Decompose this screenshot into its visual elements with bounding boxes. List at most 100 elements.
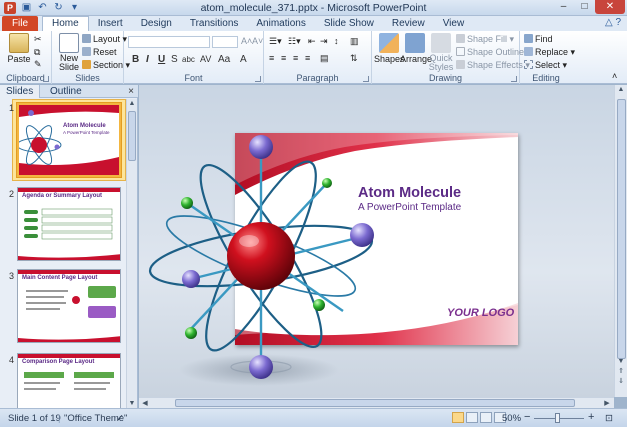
thumbnail-list: 1 Atom Molecule A PowerPoint Template 2	[0, 99, 127, 408]
font-name-combo[interactable]	[128, 36, 210, 48]
tab-transitions[interactable]: Transitions	[181, 16, 248, 31]
close-pane-icon[interactable]: ×	[128, 85, 134, 98]
font-color-button[interactable]: A	[240, 54, 247, 65]
editor-horizontal-scrollbar[interactable]: ◀ ▶	[139, 397, 614, 408]
justify-icon[interactable]: ≡	[305, 53, 310, 63]
drawing-dialog-launcher-icon[interactable]	[511, 76, 517, 82]
scroll-right-icon[interactable]: ▶	[602, 399, 612, 407]
text-shadow-button[interactable]: abc	[182, 55, 195, 64]
editing-label: Editing	[532, 73, 560, 83]
tab-home[interactable]: Home	[42, 16, 89, 31]
scroll-down-icon[interactable]: ▼	[616, 358, 626, 365]
tab-slide-show[interactable]: Slide Show	[315, 16, 383, 31]
align-left-icon[interactable]: ≡	[269, 53, 274, 63]
tab-insert[interactable]: Insert	[89, 16, 132, 31]
shape-outline-icon	[456, 47, 465, 56]
zoom-out-button[interactable]: −	[524, 411, 530, 423]
zoom-in-button[interactable]: +	[588, 411, 594, 423]
italic-button[interactable]: I	[146, 54, 149, 65]
clipboard-group: Paste ✂ ⧉ ✎ Clipboard	[0, 31, 52, 84]
slide-sorter-view-icon[interactable]	[466, 412, 478, 423]
title-bar: P ▣ ↶ ↻ ▾ atom_molecule_371.pptx - Micro…	[0, 0, 627, 16]
tab-file[interactable]: File	[2, 16, 38, 31]
scrollbar-thumb[interactable]	[128, 111, 136, 161]
reading-view-icon[interactable]	[480, 412, 492, 423]
numbering-icon[interactable]: ☷▾	[288, 36, 301, 47]
bullets-icon[interactable]: ☰▾	[269, 36, 282, 47]
slide-thumbnail-3[interactable]: Main Content Page Layout	[17, 269, 121, 343]
columns-dropdown-icon[interactable]: ▤	[320, 53, 329, 64]
section-icon	[82, 60, 91, 69]
text-direction-icon[interactable]: ⇅	[350, 53, 358, 64]
underline-button[interactable]: U	[158, 54, 165, 65]
select-button[interactable]: Select ▾	[524, 60, 567, 71]
font-size-combo[interactable]	[212, 36, 238, 48]
reset-icon	[82, 47, 91, 56]
decrease-indent-icon[interactable]: ⇤	[308, 36, 316, 47]
find-button[interactable]: Find	[524, 34, 553, 44]
paste-button[interactable]: Paste	[4, 33, 34, 64]
tab-animations[interactable]: Animations	[247, 16, 314, 31]
slide-thumbnail-1[interactable]: Atom Molecule A PowerPoint Template	[17, 103, 121, 177]
font-dialog-launcher-icon[interactable]	[255, 76, 261, 82]
grow-font-icon[interactable]: A˄	[241, 36, 252, 46]
slide-thumbnail-4[interactable]: Comparison Page Layout	[17, 353, 121, 408]
scrollbar-thumb[interactable]	[175, 399, 575, 407]
shape-effects-button[interactable]: Shape Effects ▾	[456, 60, 530, 71]
format-painter-icon[interactable]: ✎	[34, 59, 42, 70]
scrollbar-thumb[interactable]	[617, 99, 626, 359]
minimize-button[interactable]: –	[553, 0, 574, 14]
scroll-left-icon[interactable]: ◀	[140, 399, 150, 407]
thumbnail-scrollbar[interactable]: ▲ ▼	[126, 99, 137, 408]
scroll-up-icon[interactable]: ▲	[127, 100, 137, 107]
columns-icon[interactable]: ▥	[350, 36, 359, 47]
section-button[interactable]: Section ▾	[82, 60, 130, 71]
strikethrough-button[interactable]: S	[171, 54, 178, 65]
layout-button[interactable]: Layout ▾	[82, 34, 127, 45]
char-spacing-button[interactable]: AV	[200, 54, 211, 64]
reset-button[interactable]: Reset	[82, 47, 117, 57]
zoom-level[interactable]: 50%	[502, 413, 521, 424]
increase-indent-icon[interactable]: ⇥	[320, 36, 328, 47]
tab-view[interactable]: View	[434, 16, 474, 31]
slides-label: Slides	[75, 73, 100, 83]
close-button[interactable]: ✕	[595, 0, 625, 14]
help-icon[interactable]: △ ?	[605, 17, 621, 28]
tab-outline[interactable]: Outline	[44, 85, 88, 98]
align-center-icon[interactable]: ≡	[281, 53, 286, 63]
editor-vertical-scrollbar[interactable]: ▲ ⇑ ⇓ ▼	[614, 85, 627, 397]
spell-check-icon[interactable]: ✓	[116, 413, 124, 424]
quick-styles-button[interactable]: Quick Styles	[426, 33, 456, 72]
tab-slides[interactable]: Slides	[0, 85, 41, 98]
next-slide-icon[interactable]: ⇓	[616, 377, 626, 385]
maximize-button[interactable]: □	[574, 0, 595, 14]
dialog-launcher-icon[interactable]	[43, 76, 49, 82]
fit-slide-icon[interactable]: ⊡	[605, 413, 613, 424]
scroll-down-icon[interactable]: ▼	[127, 400, 137, 407]
align-right-icon[interactable]: ≡	[293, 53, 298, 63]
thumbnail-1-title: Atom Molecule	[63, 123, 106, 129]
tab-review[interactable]: Review	[383, 16, 434, 31]
ribbon: Paste ✂ ⧉ ✎ Clipboard New Slide Layout ▾…	[0, 31, 627, 84]
tab-design[interactable]: Design	[132, 16, 181, 31]
paragraph-dialog-launcher-icon[interactable]	[363, 76, 369, 82]
normal-view-icon[interactable]	[452, 412, 464, 423]
scroll-up-icon[interactable]: ▲	[616, 86, 626, 93]
replace-icon	[524, 47, 533, 56]
status-bar: Slide 1 of 19 | "Office Theme" ✓ 50% − +…	[0, 408, 627, 427]
replace-button[interactable]: Replace ▾	[524, 47, 575, 58]
slide-editor-canvas[interactable]: Atom Molecule A PowerPoint Template YOUR…	[139, 85, 614, 397]
slide-thumbnail-2[interactable]: Agenda or Summary Layout	[17, 187, 121, 261]
cut-icon[interactable]: ✂	[34, 34, 42, 45]
zoom-slider-thumb[interactable]	[555, 413, 560, 423]
previous-slide-icon[interactable]: ⇑	[616, 367, 626, 375]
line-spacing-icon[interactable]: ↕	[334, 36, 339, 46]
atom-molecule-graphic[interactable]	[139, 85, 614, 397]
change-case-button[interactable]: Aa	[218, 54, 230, 65]
shrink-font-icon[interactable]: A˅	[252, 36, 263, 46]
copy-icon[interactable]: ⧉	[34, 47, 40, 58]
shape-fill-button[interactable]: Shape Fill ▾	[456, 34, 514, 45]
new-slide-button[interactable]: New Slide	[54, 33, 84, 72]
bold-button[interactable]: B	[132, 54, 139, 65]
collapse-ribbon-icon[interactable]: ˄	[612, 71, 617, 81]
